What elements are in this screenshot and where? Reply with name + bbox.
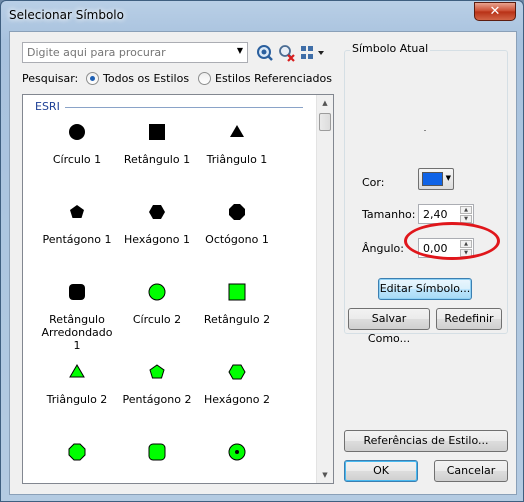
- symbol-item[interactable]: Círculo 2: [117, 281, 197, 326]
- close-button[interactable]: ✕: [474, 2, 516, 21]
- radio-all-styles-label: Todos os Estilos: [103, 72, 190, 85]
- rounded-square-symbol-icon: [69, 284, 85, 300]
- symbol-item[interactable]: Pentágono 1: [37, 201, 117, 246]
- cancel-button[interactable]: Cancelar: [434, 460, 508, 482]
- symbol-label: Triângulo 1: [206, 153, 268, 166]
- symbol-label: Triângulo 2: [46, 393, 108, 406]
- symbol-label: Círculo 1: [52, 153, 102, 166]
- style-group-header: ESRI: [35, 100, 60, 113]
- symbol-list[interactable]: ESRI ▲ ▼ Círculo 1 Retângulo 1 Triângulo 1…: [22, 94, 334, 484]
- size-input[interactable]: [423, 207, 457, 221]
- size-label: Tamanho:: [362, 208, 416, 221]
- symbol-item[interactable]: Retângulo 2: [197, 281, 277, 326]
- symbol-label: Pentágono 1: [42, 233, 112, 246]
- symbol-item[interactable]: Retângulo Arredondado 1: [37, 281, 117, 352]
- square-symbol-icon: [228, 283, 246, 301]
- rounded-square-symbol-icon: [148, 443, 166, 461]
- search-scope-label: Pesquisar:: [22, 72, 79, 85]
- octagon-symbol-icon: [229, 204, 245, 220]
- save-as-button[interactable]: Salvar Como...: [348, 308, 430, 345]
- symbol-label: Octógono 1: [205, 233, 269, 246]
- pentagon-symbol-icon: [149, 364, 165, 379]
- pentagon-symbol-icon: [70, 205, 84, 218]
- color-picker-button[interactable]: ▼: [418, 168, 454, 190]
- triangle-symbol-icon: [230, 125, 244, 137]
- square-symbol-icon: [149, 124, 165, 140]
- symbol-item[interactable]: Hexágono 2: [197, 361, 277, 406]
- style-references-button[interactable]: Referências de Estilo...: [344, 430, 508, 452]
- scroll-up-icon[interactable]: ▲: [317, 95, 333, 111]
- circle-symbol-icon: [148, 283, 166, 301]
- circle-symbol-icon: [69, 124, 85, 140]
- group-divider: [65, 107, 303, 108]
- radio-unselected-icon[interactable]: [198, 72, 211, 85]
- symbol-label: Retângulo 1: [123, 153, 191, 166]
- symbol-item[interactable]: Retângulo 1: [117, 121, 197, 166]
- symbol-item[interactable]: [117, 441, 197, 473]
- symbol-label: Pentágono 2: [122, 393, 192, 406]
- title-bar[interactable]: Selecionar Símbolo ✕: [1, 1, 523, 31]
- window-title: Selecionar Símbolo: [9, 8, 124, 22]
- octagon-symbol-icon: [68, 443, 86, 461]
- reset-button[interactable]: Redefinir: [436, 308, 502, 330]
- symbol-item[interactable]: Triângulo 1: [197, 121, 277, 166]
- symbol-item[interactable]: [37, 441, 117, 473]
- symbol-item[interactable]: [197, 441, 277, 473]
- view-options-icon[interactable]: [300, 44, 326, 62]
- search-input[interactable]: [27, 45, 227, 60]
- symbol-item[interactable]: Círculo 1: [37, 121, 117, 166]
- highlight-ellipse: [404, 222, 500, 260]
- spin-up-icon[interactable]: ▲: [460, 206, 472, 214]
- vertical-scrollbar[interactable]: ▲ ▼: [316, 95, 333, 483]
- dialog-body: ▼ Pesquisar: Todos os Estilos: [9, 31, 517, 495]
- symbol-item[interactable]: Pentágono 2: [117, 361, 197, 406]
- search-icon[interactable]: [256, 44, 274, 62]
- circle-dot-symbol-icon: [228, 443, 246, 461]
- clear-search-icon[interactable]: [278, 44, 296, 62]
- symbol-item[interactable]: Triângulo 2: [37, 361, 117, 406]
- chevron-down-icon: ▼: [445, 174, 451, 182]
- edit-symbol-button[interactable]: Editar Símbolo...: [378, 278, 472, 300]
- symbol-label: Hexágono 1: [123, 233, 190, 246]
- color-label: Cor:: [362, 176, 385, 189]
- radio-selected-icon[interactable]: [86, 72, 99, 85]
- symbol-preview: [424, 130, 426, 131]
- ok-button[interactable]: OK: [344, 460, 418, 482]
- symbol-item[interactable]: Hexágono 1: [117, 201, 197, 246]
- angle-label: Ângulo:: [362, 242, 404, 255]
- hexagon-symbol-icon: [228, 364, 246, 380]
- radio-referenced-styles[interactable]: Estilos Referenciados: [198, 72, 332, 85]
- radio-all-styles[interactable]: Todos os Estilos: [86, 72, 189, 85]
- chevron-down-icon[interactable]: ▼: [237, 46, 243, 55]
- radio-referenced-styles-label: Estilos Referenciados: [215, 72, 332, 85]
- search-combobox[interactable]: ▼: [22, 42, 248, 63]
- hexagon-symbol-icon: [149, 205, 165, 219]
- select-symbol-dialog: Selecionar Símbolo ✕ ▼ Pesquisar:: [0, 0, 524, 502]
- symbol-label: Retângulo 2: [203, 313, 271, 326]
- scroll-down-icon[interactable]: ▼: [317, 467, 333, 483]
- size-spinner[interactable]: ▲ ▼: [418, 204, 474, 224]
- symbol-label: Hexágono 2: [203, 393, 270, 406]
- symbol-label: Retângulo Arredondado 1: [41, 313, 113, 352]
- current-symbol-title: Símbolo Atual: [350, 42, 431, 55]
- symbol-item[interactable]: Octógono 1: [197, 201, 277, 246]
- color-swatch: [422, 172, 443, 186]
- scroll-thumb[interactable]: [319, 113, 331, 131]
- symbol-label: Círculo 2: [132, 313, 182, 326]
- search-scope: Pesquisar: Todos os Estilos Estilos Refe…: [22, 72, 332, 88]
- triangle-symbol-icon: [69, 364, 85, 378]
